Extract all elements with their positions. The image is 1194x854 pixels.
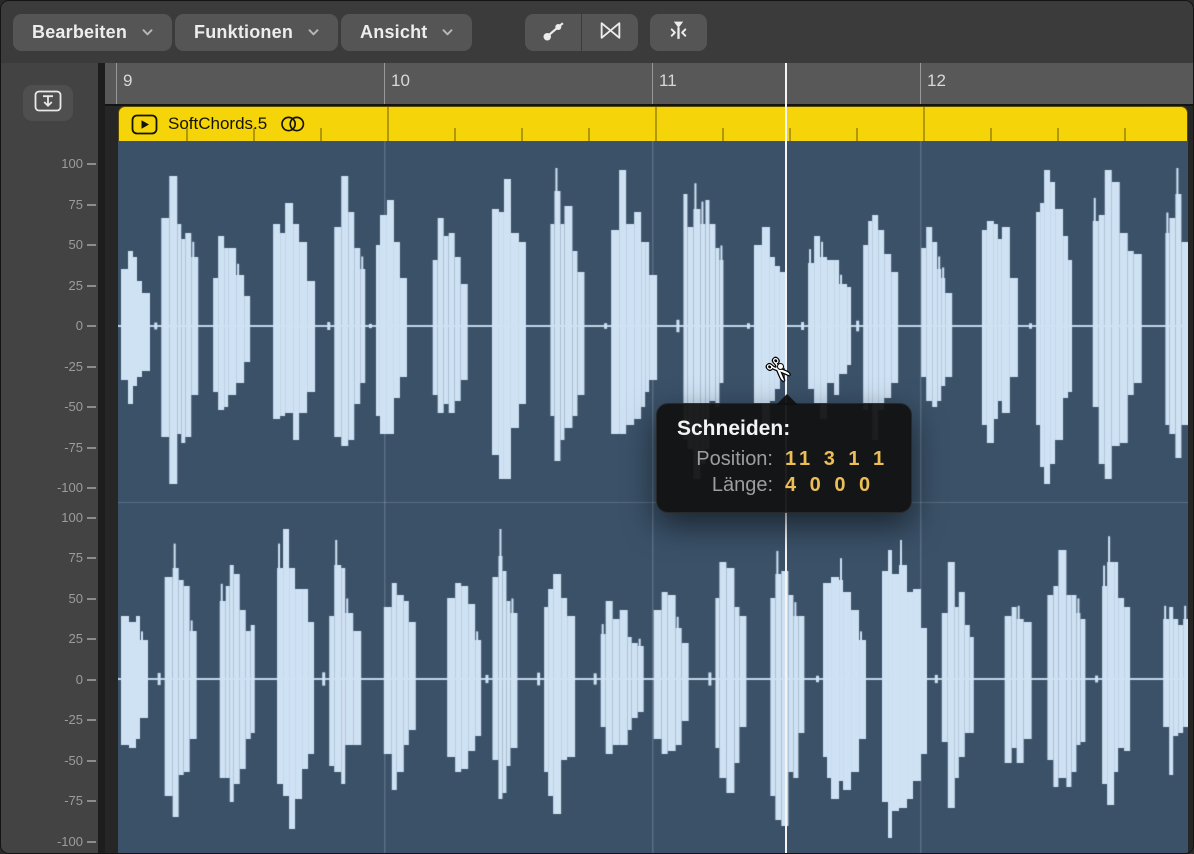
ruler-bar-number: 9	[123, 71, 132, 91]
amplitude-scale-label: 0	[1, 318, 83, 334]
region-play-icon[interactable]	[131, 114, 158, 135]
ruler-bar-number: 10	[391, 71, 410, 91]
bar-tick	[387, 107, 389, 141]
chevron-down-icon	[142, 29, 153, 36]
crossfade-icon	[598, 18, 623, 48]
amplitude-scale-label: -75	[1, 440, 83, 456]
amplitude-scale-label: 25	[1, 631, 83, 647]
automation-tool-button[interactable]	[525, 14, 581, 51]
ruler-bar-line	[652, 63, 653, 104]
tooltip-row-position: Position: 11 3 1 1	[677, 448, 897, 471]
amplitude-scale-label: -100	[1, 480, 83, 496]
tooltip-row-laenge: Länge: 4 0 0 0	[677, 474, 897, 497]
amplitude-scale-sidebar: 100 75 50 25 0 -25 -50 -75 -100 100 75 50 25 0 -25 -50 -…	[1, 63, 105, 854]
amplitude-scale-label: 25	[1, 278, 83, 294]
scale-tick	[87, 366, 96, 368]
ruler-bar-number: 11	[659, 71, 677, 91]
audio-track-editor-window: Bearbeiten Funktionen Ansicht	[0, 0, 1194, 854]
amplitude-scale-label: 75	[1, 197, 83, 213]
scale-tick	[87, 557, 96, 559]
bar-tick	[923, 107, 925, 141]
amplitude-scale-label: -25	[1, 359, 83, 375]
menu-button-ansicht[interactable]: Ansicht	[341, 14, 472, 51]
window-down-arrow-icon	[34, 90, 62, 117]
beat-tick	[789, 128, 791, 141]
editor-toolbar: Bearbeiten Funktionen Ansicht	[1, 1, 1193, 63]
amplitude-scale-label: -50	[1, 399, 83, 415]
cut-info-tooltip: Schneiden: Position: 11 3 1 1 Länge: 4 0…	[656, 403, 912, 513]
laenge-label: Länge:	[677, 474, 773, 497]
editor-header-button[interactable]	[23, 85, 73, 121]
ruler-bar-line	[384, 63, 385, 104]
scale-tick	[87, 244, 96, 246]
menu-group: Bearbeiten Funktionen Ansicht	[13, 14, 472, 51]
scale-tick	[87, 285, 96, 287]
position-value: 11 3 1 1	[785, 448, 888, 471]
amplitude-scale-label: 50	[1, 591, 83, 607]
scale-tick	[87, 679, 96, 681]
scale-tick	[87, 719, 96, 721]
laenge-value: 4 0 0 0	[785, 474, 874, 497]
menu-button-bearbeiten[interactable]: Bearbeiten	[13, 14, 172, 51]
menu-button-funktionen[interactable]: Funktionen	[175, 14, 338, 51]
chevron-down-icon	[308, 29, 319, 36]
scale-tick	[87, 487, 96, 489]
amplitude-scale-label: 100	[1, 510, 83, 526]
cursor-hotspot-dot	[777, 363, 784, 370]
menu-label: Funktionen	[194, 22, 293, 43]
loop-icon	[279, 115, 307, 133]
chevron-down-icon	[442, 29, 453, 36]
waveform-canvas[interactable]	[118, 141, 1188, 854]
beat-tick	[588, 128, 590, 141]
ruler-bar-number: 12	[927, 71, 946, 91]
beat-tick	[722, 128, 724, 141]
beat-tick	[186, 128, 188, 141]
scale-tick	[87, 841, 96, 843]
bars-ruler[interactable]: 9 10 11 12	[105, 63, 1193, 106]
amplitude-scale-label: -50	[1, 753, 83, 769]
beat-tick	[253, 128, 255, 141]
position-label: Position:	[677, 448, 773, 471]
scale-tick	[87, 406, 96, 408]
scale-tick	[87, 638, 96, 640]
snap-zero-crossing-icon	[666, 18, 691, 48]
amplitude-scale-label: 100	[1, 156, 83, 172]
automation-nodes-icon	[541, 18, 566, 48]
menu-label: Ansicht	[360, 22, 427, 43]
ruler-bar-line	[920, 63, 921, 104]
tooltip-title: Schneiden:	[677, 417, 897, 441]
scale-tick	[87, 325, 96, 327]
beat-tick	[1124, 128, 1126, 141]
region-header-softchords5[interactable]: SoftChords.5	[118, 106, 1188, 141]
scale-tick	[87, 598, 96, 600]
beat-tick	[1057, 128, 1059, 141]
scale-tick	[87, 517, 96, 519]
amplitude-scale-label: -100	[1, 834, 83, 850]
amplitude-scale-label: 50	[1, 237, 83, 253]
amplitude-scale-label: -75	[1, 793, 83, 809]
beat-tick	[856, 128, 858, 141]
scale-tick	[87, 204, 96, 206]
beat-tick	[454, 128, 456, 141]
snap-zero-crossing-button[interactable]	[650, 14, 707, 51]
crossfade-tool-button[interactable]	[581, 14, 638, 51]
scale-tick	[87, 760, 96, 762]
tool-button-group	[525, 14, 638, 51]
menu-label: Bearbeiten	[32, 22, 127, 43]
waveform-display[interactable]	[118, 141, 1188, 854]
beat-tick	[320, 128, 322, 141]
bar-tick	[655, 107, 657, 141]
beat-tick	[521, 128, 523, 141]
amplitude-scale-label: 0	[1, 672, 83, 688]
beat-tick	[990, 128, 992, 141]
tooltip-arrow	[776, 394, 798, 405]
waveform-editor-pane: 9 10 11 12 SoftChords.5	[105, 63, 1193, 853]
scale-tick	[87, 800, 96, 802]
scale-tick	[87, 163, 96, 165]
ruler-bar-line	[116, 63, 117, 104]
amplitude-scale-label: 75	[1, 550, 83, 566]
scale-tick	[87, 447, 96, 449]
amplitude-scale-label: -25	[1, 712, 83, 728]
